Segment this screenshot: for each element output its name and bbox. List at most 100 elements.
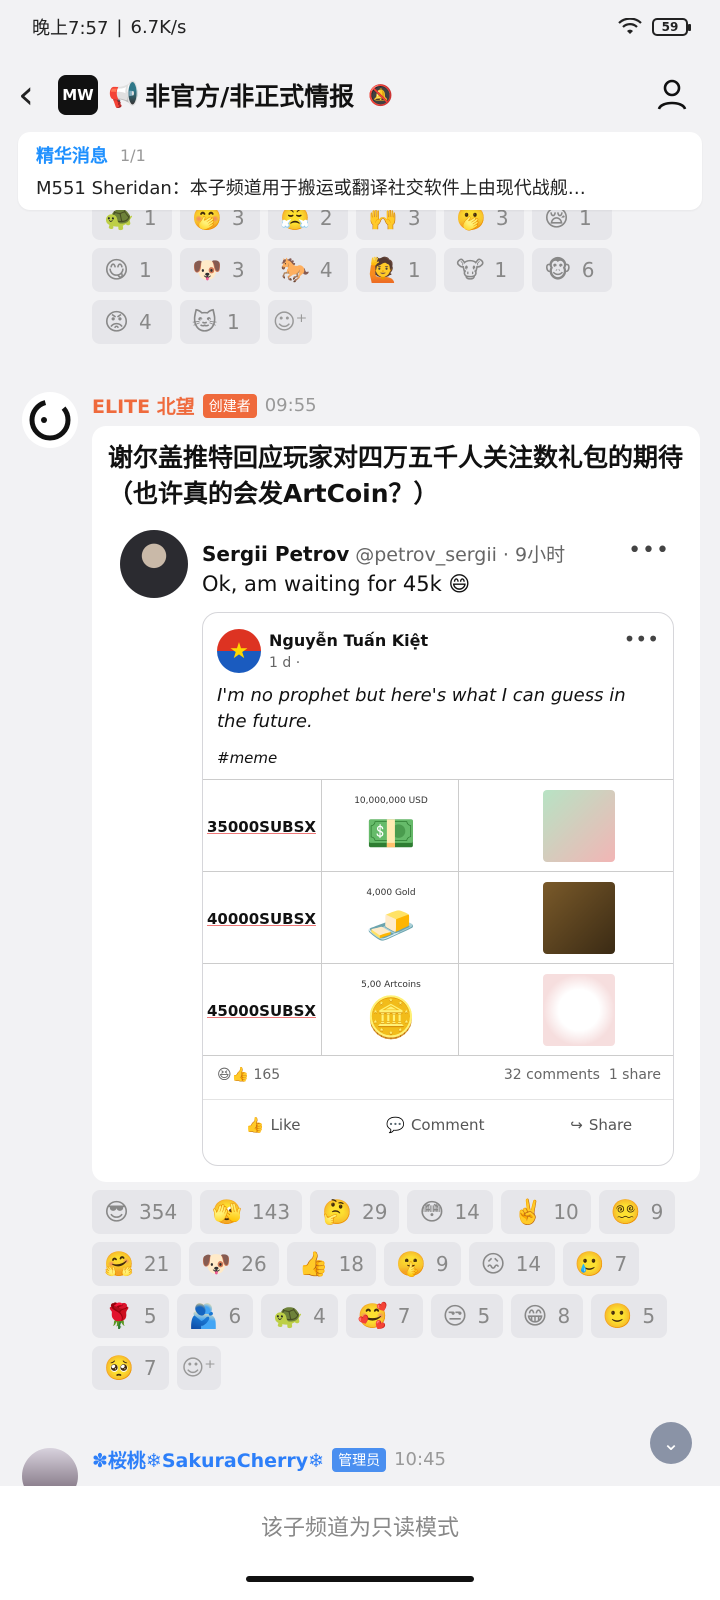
reaction-count: 7	[143, 1356, 157, 1380]
scroll-to-bottom-button[interactable]: ⌄	[650, 1422, 692, 1464]
add-reaction-button[interactable]: ☺⁺	[176, 1346, 221, 1390]
user-profile-icon[interactable]	[654, 76, 690, 112]
emoji-icon: 🐵	[544, 256, 572, 284]
message-time: 09:55	[264, 395, 317, 416]
reaction-count: 143	[251, 1200, 291, 1224]
comment-icon: 💬	[386, 1115, 405, 1134]
mute-icon: 🔕	[368, 83, 394, 107]
emoji-icon: 😖	[480, 1250, 506, 1278]
reaction-chip[interactable]: 😒 5	[430, 1294, 503, 1338]
role-badge: 创建者	[202, 393, 257, 418]
reaction-chip[interactable]: 🐵 6	[532, 248, 612, 292]
channel-title-text: 非官方/非正式情报	[145, 82, 355, 111]
fb-post-text: I'm no prophet but here's what I can gue…	[217, 685, 626, 733]
network-speed: 6.7K/s	[130, 16, 187, 38]
reaction-chip[interactable]: 🐶 26	[189, 1242, 279, 1286]
pinned-label: 精华消息	[36, 146, 108, 167]
reaction-chip[interactable]: 🫂 6	[176, 1294, 254, 1338]
fb-action-bar: 👍 Like 💬 Comment ↪ Share	[203, 1099, 673, 1149]
wifi-icon	[618, 18, 642, 34]
reaction-chip[interactable]: 🤔 29	[310, 1190, 400, 1234]
tweet-age: · 9小时	[502, 544, 566, 566]
reaction-chip[interactable]: 🐱 1	[180, 300, 260, 344]
emoji-icon: 😒	[442, 1302, 468, 1330]
reaction-chip[interactable]: 🥰 7	[345, 1294, 423, 1338]
emoji-icon: 😡	[104, 308, 130, 336]
avatar[interactable]	[22, 392, 78, 448]
reaction-chip[interactable]: 😡 4	[92, 300, 172, 344]
reaction-chip[interactable]: 👍 18	[286, 1242, 377, 1286]
tweet-author: Sergii Petrov @petrov_sergii · 9小时	[202, 540, 565, 567]
reaction-chip[interactable]: 🐢 4	[261, 1294, 338, 1338]
reaction-count: 29	[361, 1200, 388, 1224]
emoji-icon: 😳	[419, 1198, 445, 1226]
meme-face-icon	[543, 790, 615, 862]
emoji-icon: 🐶	[201, 1250, 232, 1278]
meme-row: 40000SUBSX 4,000 Gold 🧈	[203, 872, 673, 964]
reaction-count: 6	[228, 1304, 242, 1328]
reaction-chip[interactable]: 🙂 5	[590, 1294, 668, 1338]
emoji-icon: 🙋	[368, 256, 398, 284]
reaction-count: 9	[650, 1200, 664, 1224]
add-emoji-icon: ☺⁺	[272, 309, 308, 335]
add-emoji-icon: ☺⁺	[181, 1355, 216, 1381]
reaction-count: 21	[143, 1252, 170, 1276]
emoji-icon: 😋	[104, 256, 130, 284]
meme-caption: 10,000,000 USD	[354, 796, 428, 806]
emoji-icon: 🐶	[192, 256, 222, 284]
add-reaction-button[interactable]: ☺⁺	[268, 300, 312, 344]
message-bubble[interactable]: 谢尔盖推特回应玩家对四万五千人关注数礼包的期待（也许真的会发ArtCoin？） …	[92, 426, 700, 1182]
emoji-icon: 🤗	[104, 1250, 134, 1278]
reaction-chip[interactable]: 🥲 7	[562, 1242, 640, 1286]
fb-comments: 32 comments	[503, 1067, 600, 1083]
facebook-post-card: ★ Nguyễn Tuấn Kiệt 1 d · ••• I'm no prop…	[202, 612, 674, 1166]
emoji-icon: 🤫	[396, 1250, 426, 1278]
flag-icon: ★	[217, 629, 261, 673]
read-only-footer: 该子频道为只读模式	[0, 1486, 720, 1566]
reaction-chip[interactable]: 🤗 21	[92, 1242, 182, 1286]
reaction-count: 14	[515, 1252, 542, 1276]
emoji-icon: 😁	[522, 1302, 548, 1330]
coin-icon: 🪙	[366, 995, 416, 1041]
pinned-message[interactable]: 精华消息 1/1 M551 Sheridan：本子频道用于搬运或翻译社交软件上由…	[18, 132, 702, 210]
emoji-icon: 🥺	[104, 1354, 134, 1382]
more-icon: •••	[628, 538, 670, 563]
reaction-chip[interactable]: 😋 1	[92, 248, 172, 292]
fb-share-action: ↪ Share	[570, 1116, 632, 1134]
share-icon: ↪	[570, 1115, 583, 1134]
reaction-chip[interactable]: 😵‍💫 9	[598, 1190, 676, 1234]
reaction-chip[interactable]: 🙋 1	[356, 248, 436, 292]
emoji-icon: 🙂	[602, 1302, 633, 1330]
reaction-chip[interactable]: 🌹 5	[92, 1294, 169, 1338]
emoji-icon: 🫂	[188, 1302, 219, 1330]
reaction-chip[interactable]: 🤫 9	[384, 1242, 461, 1286]
tweet-text: Ok, am waiting for 45k 😄	[202, 572, 471, 596]
money-icon: 💵	[366, 811, 416, 857]
meme-label: 35000SUBSX	[207, 818, 316, 836]
clock: 晚上7:57	[32, 18, 109, 39]
fb-like-action: 👍 Like	[246, 1116, 301, 1134]
reaction-chip[interactable]: 😳 14	[407, 1190, 494, 1234]
meme-image: 35000SUBSX 10,000,000 USD 💵 40000SUBSX 4,…	[203, 779, 673, 1056]
reaction-chip[interactable]: 🐮 1	[444, 248, 524, 292]
author-name[interactable]: ✽桜桃❄SakuraCherry❄	[92, 1446, 324, 1473]
reaction-count: 5	[642, 1304, 656, 1328]
chevron-down-icon: ⌄	[662, 1431, 680, 1455]
reaction-count: 1	[407, 258, 421, 282]
home-indicator[interactable]	[246, 1576, 474, 1582]
reaction-chip[interactable]: 😖 14	[468, 1242, 555, 1286]
tweet-name: Sergii Petrov	[202, 542, 350, 566]
reaction-chip[interactable]: 😁 8	[510, 1294, 583, 1338]
emoji-icon: 🐢	[273, 1302, 304, 1330]
reaction-chip[interactable]: 🐎 4	[268, 248, 348, 292]
reaction-count: 7	[614, 1252, 628, 1276]
reaction-chip[interactable]: 🐶 3	[180, 248, 260, 292]
reaction-chip[interactable]: 🥺 7	[92, 1346, 169, 1390]
reaction-chip[interactable]: ✌️ 10	[501, 1190, 591, 1234]
reaction-chip[interactable]: 😎 354	[92, 1190, 192, 1234]
fb-author: Nguyễn Tuấn Kiệt	[269, 631, 429, 650]
back-button[interactable]: ‹	[18, 75, 48, 115]
author-name[interactable]: ELITE 北望	[92, 392, 195, 419]
reaction-count: 4	[319, 258, 333, 282]
reaction-chip[interactable]: 🫣 143	[200, 1190, 303, 1234]
